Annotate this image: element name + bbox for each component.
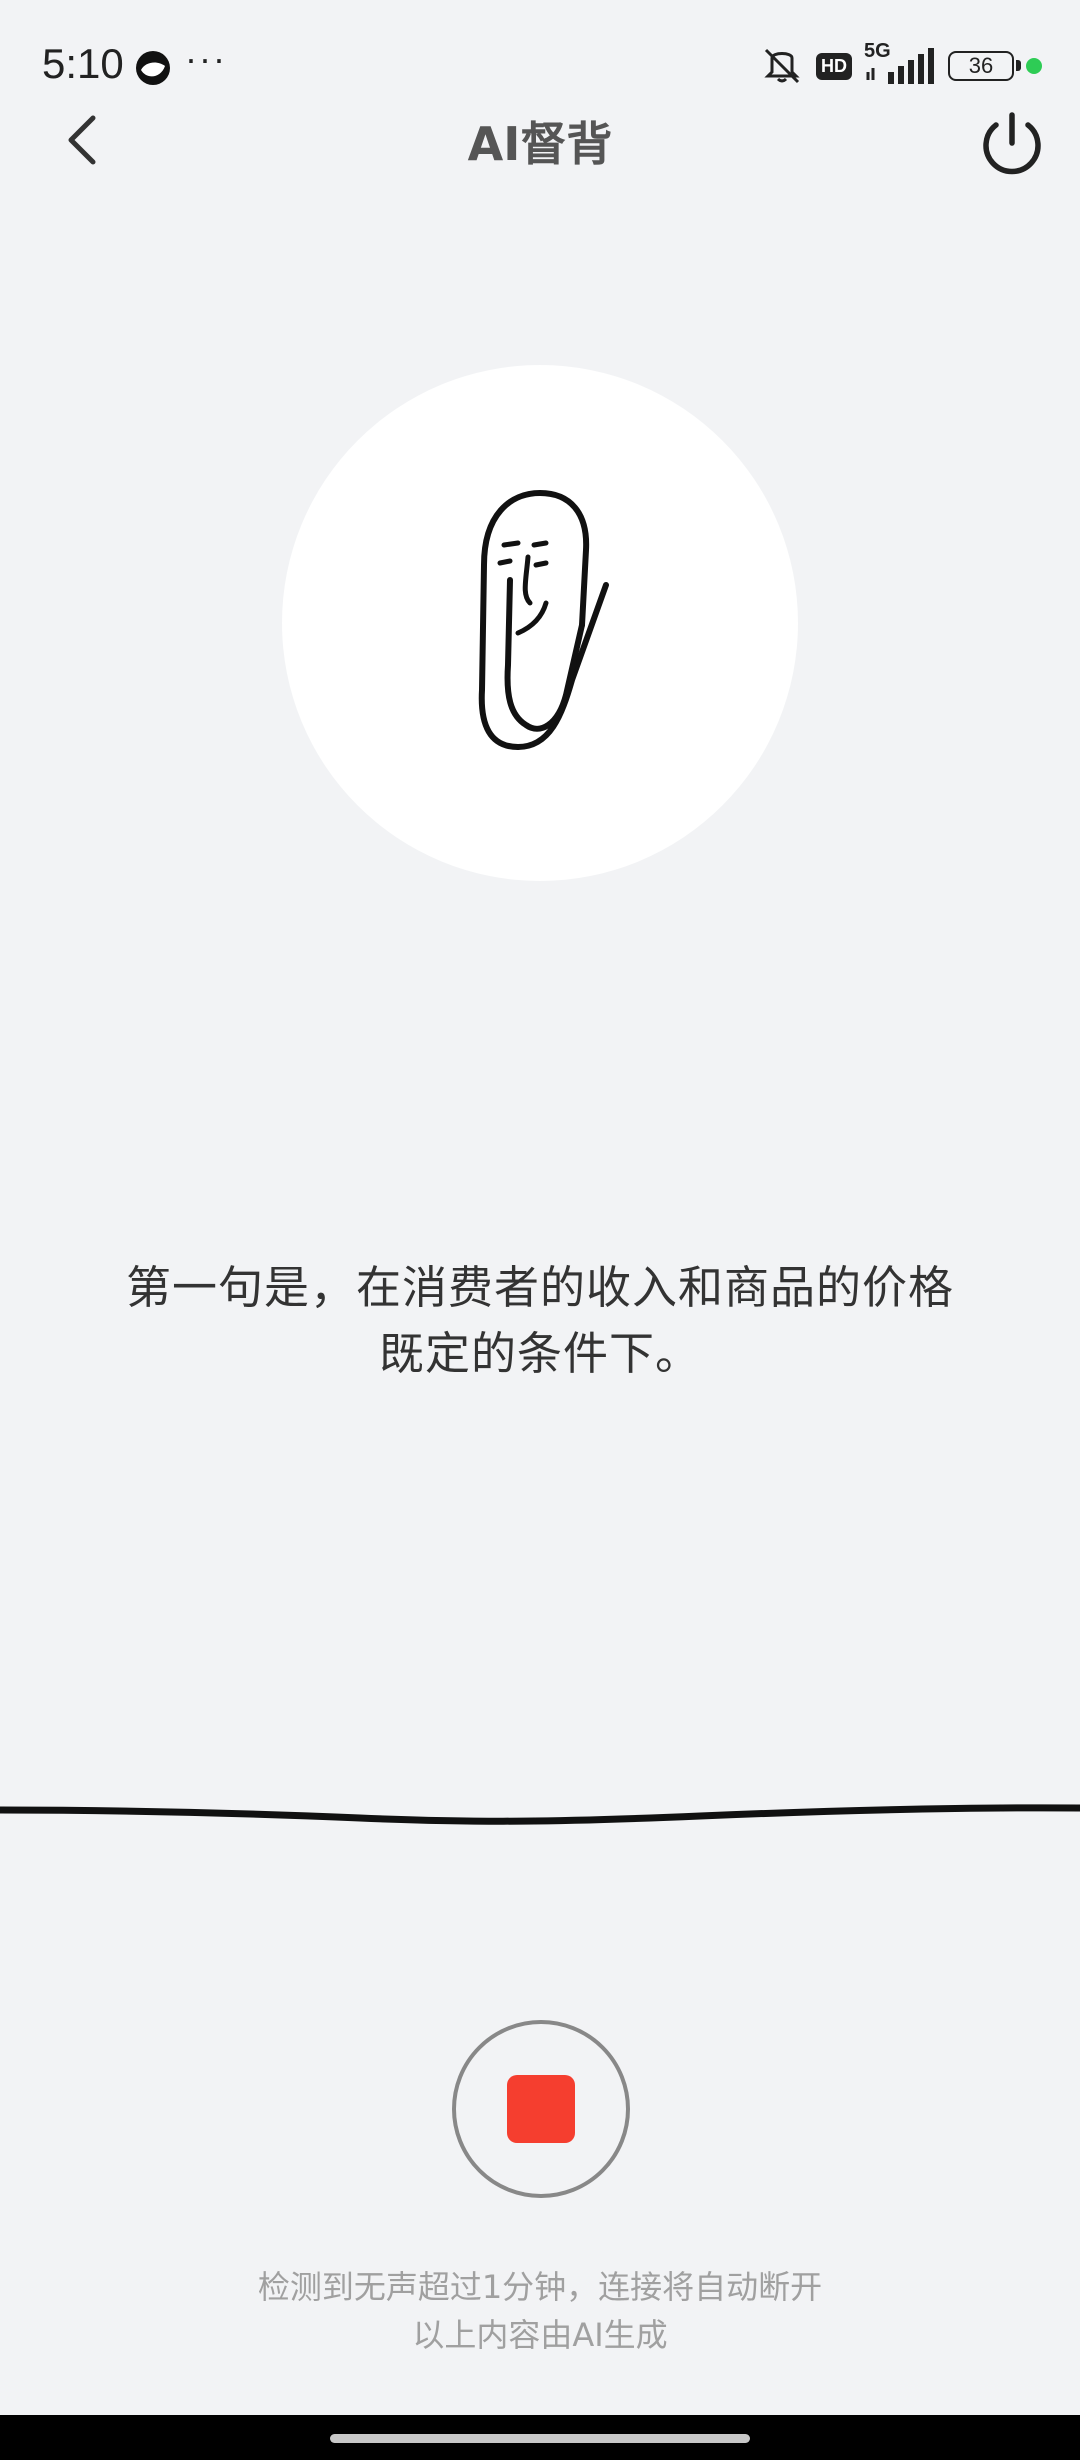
stop-icon: [507, 2075, 575, 2143]
hd-badge: HD: [816, 52, 852, 80]
home-gesture-handle[interactable]: [330, 2434, 750, 2443]
battery-icon: 36: [948, 51, 1021, 81]
power-button[interactable]: [972, 103, 1052, 183]
silence-disconnect-notice: 检测到无声超过1分钟，连接将自动断开: [257, 2268, 823, 2306]
moon-notification-icon: [136, 51, 170, 85]
status-indicators: HD 5G 36: [760, 40, 1042, 86]
audio-waveform: [0, 1804, 1080, 1825]
mute-vibrate-icon: [764, 48, 800, 84]
status-time: 5:10: [42, 40, 124, 87]
stop-button[interactable]: [452, 2020, 630, 2198]
ai-transcript-text: 第一句是，在消费者的收入和商品的价格既定的条件下。: [125, 1261, 954, 1380]
page-title: AI督背: [467, 117, 613, 171]
status-more-icon: ···: [185, 38, 227, 79]
battery-level: 36: [968, 53, 994, 78]
ai-generated-disclaimer: 以上内容由AI生成: [412, 2316, 668, 2354]
power-icon: [983, 112, 1041, 175]
privacy-indicator-dot: [1026, 58, 1042, 74]
signal-strength-icon: 5G: [864, 40, 936, 86]
paperclip-face-icon: [478, 489, 609, 750]
